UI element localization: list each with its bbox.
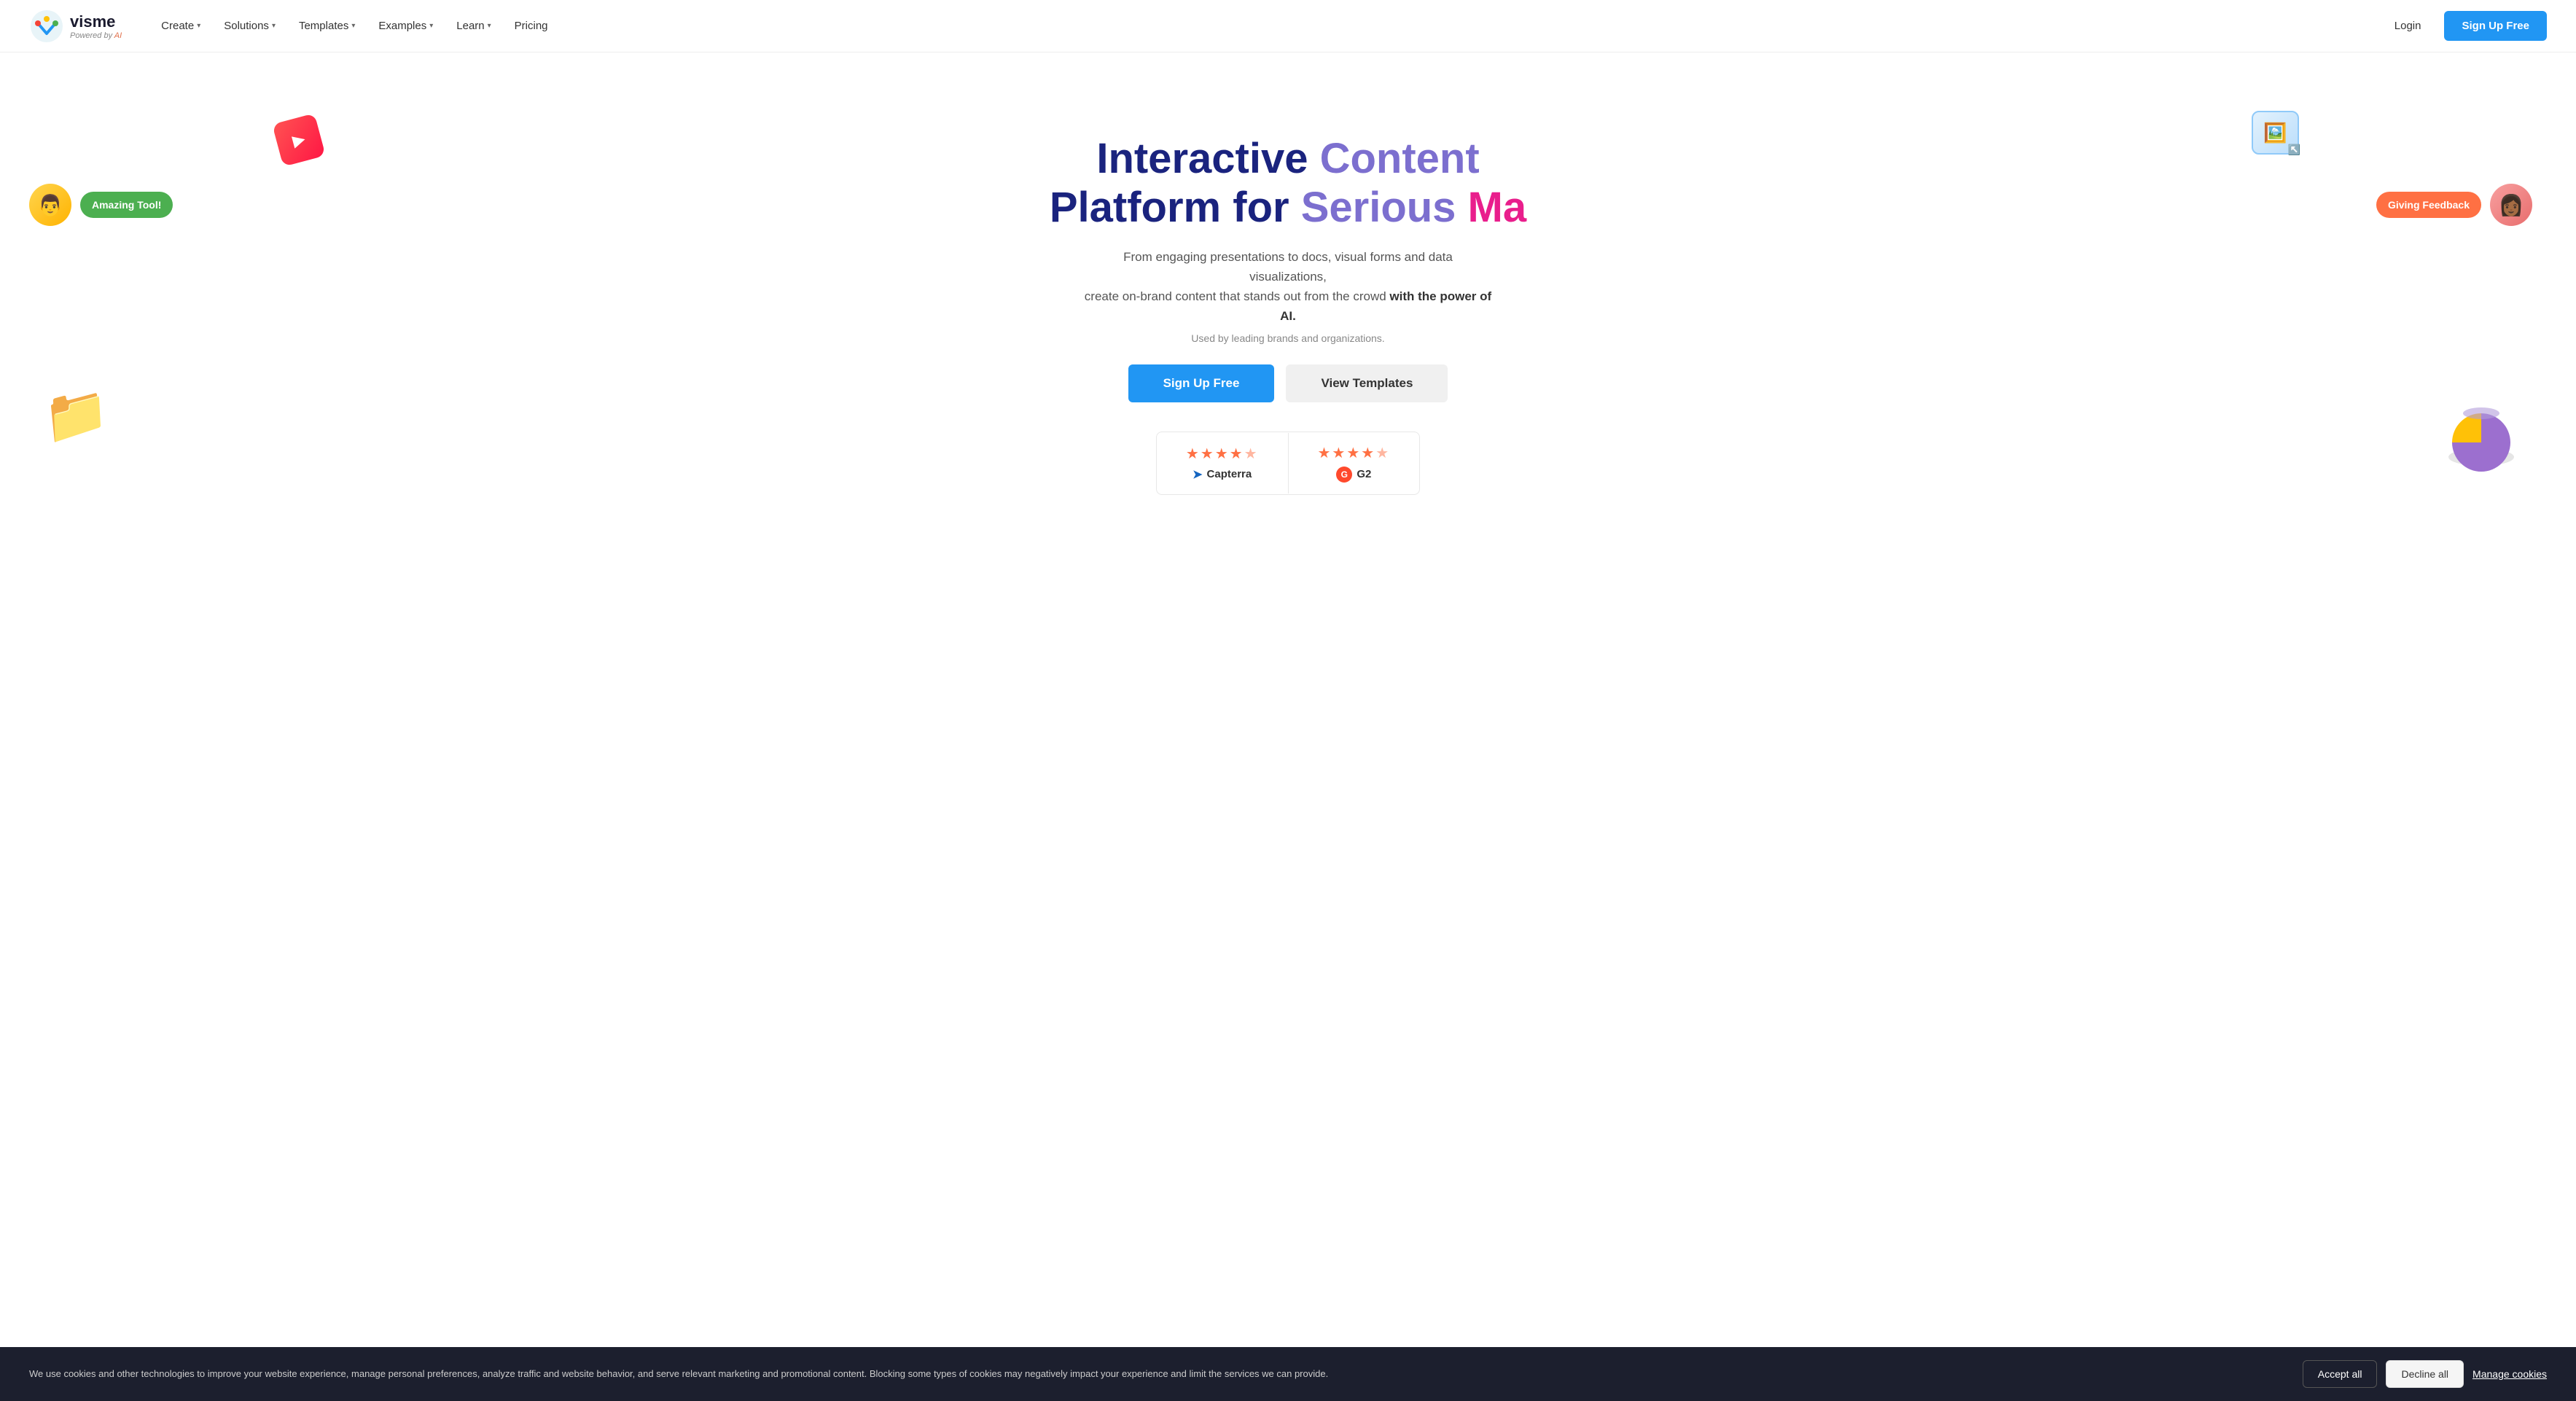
brand-tagline: Powered by AI <box>70 31 122 40</box>
nav-solutions[interactable]: Solutions ▾ <box>214 14 286 38</box>
nav-pricing[interactable]: Pricing <box>504 14 558 38</box>
amazing-tool-speech: Amazing Tool! <box>80 192 173 218</box>
cookie-banner: We use cookies and other technologies to… <box>0 1347 2576 1401</box>
login-button[interactable]: Login <box>2383 14 2433 38</box>
chevron-down-icon: ▾ <box>272 22 276 30</box>
hero-title-ma: Ma <box>1468 184 1527 231</box>
hero-title-platform: Platform <box>1050 184 1233 231</box>
g2-brand: G G2 <box>1336 467 1371 483</box>
cursor-icon: ↖️ <box>2288 144 2300 156</box>
hero-title-serious: Serious <box>1301 184 1468 231</box>
ratings-container: ★★★★★ ➤ Capterra ★★★★★ G G2 <box>1156 432 1420 495</box>
hero-title: Interactive Content Platform for Serious… <box>1050 135 1526 232</box>
capterra-rating: ★★★★★ ➤ Capterra <box>1157 433 1289 493</box>
g2-logo-icon: G <box>1336 467 1352 483</box>
hero-templates-button[interactable]: View Templates <box>1286 364 1448 402</box>
nav-signup-button[interactable]: Sign Up Free <box>2444 11 2547 41</box>
amazing-tool-bubble: 👨 Amazing Tool! <box>29 184 173 226</box>
nav-create[interactable]: Create ▾ <box>151 14 211 38</box>
chevron-down-icon: ▾ <box>488 22 491 30</box>
user-avatar-female: 👩🏾 <box>2490 184 2532 226</box>
image-icon-float: 🖼️ ↖️ <box>2252 111 2299 155</box>
image-icon: 🖼️ ↖️ <box>2252 111 2299 155</box>
hero-title-content: Content <box>1320 135 1480 182</box>
chevron-down-icon: ▾ <box>351 22 355 30</box>
giving-feedback-speech: Giving Feedback <box>2376 192 2481 218</box>
pie-chart-float <box>2445 406 2518 475</box>
user-avatar-male: 👨 <box>29 184 71 226</box>
play-icon: ▶ <box>272 113 325 166</box>
hero-subtitle: From engaging presentations to docs, vis… <box>1084 247 1492 327</box>
folder-icon-float: 📁 <box>44 384 109 446</box>
nav-links: Create ▾ Solutions ▾ Templates ▾ Example… <box>151 14 2383 38</box>
folder-icon: 📁 <box>41 381 112 448</box>
hero-title-for: for <box>1233 184 1300 231</box>
nav-templates[interactable]: Templates ▾ <box>289 14 365 38</box>
brand-name: visme <box>70 12 122 31</box>
manage-cookies-button[interactable]: Manage cookies <box>2472 1368 2547 1380</box>
capterra-arrow-icon: ➤ <box>1193 467 1202 482</box>
capterra-brand: ➤ Capterra <box>1193 467 1252 482</box>
capterra-stars: ★★★★★ <box>1186 445 1259 463</box>
g2-rating: ★★★★★ G G2 <box>1289 432 1420 494</box>
giving-feedback-bubble: Giving Feedback 👩🏾 <box>2376 184 2532 226</box>
hero-section: 👨 Amazing Tool! Giving Feedback 👩🏾 ▶ 🖼️ … <box>0 52 2576 563</box>
nav-learn[interactable]: Learn ▾ <box>446 14 501 38</box>
decline-all-button[interactable]: Decline all <box>2386 1360 2464 1388</box>
nav-examples[interactable]: Examples ▾ <box>368 14 443 38</box>
cookie-actions: Accept all Decline all Manage cookies <box>2303 1360 2547 1388</box>
logo[interactable]: visme Powered by AI <box>29 9 122 44</box>
accept-all-button[interactable]: Accept all <box>2303 1360 2378 1388</box>
nav-right: Login Sign Up Free <box>2383 11 2547 41</box>
chevron-down-icon: ▾ <box>429 22 433 30</box>
cookie-text: We use cookies and other technologies to… <box>29 1367 2288 1381</box>
hero-cta-buttons: Sign Up Free View Templates <box>1128 364 1448 402</box>
chevron-down-icon: ▾ <box>197 22 200 30</box>
visme-logo-icon <box>29 9 64 44</box>
pie-chart-icon <box>2445 406 2518 472</box>
play-icon-float: ▶ <box>277 118 321 162</box>
hero-signup-button[interactable]: Sign Up Free <box>1128 364 1275 402</box>
g2-stars: ★★★★★ <box>1318 444 1391 462</box>
hero-used-by: Used by leading brands and organizations… <box>1191 332 1384 344</box>
navbar: visme Powered by AI Create ▾ Solutions ▾… <box>0 0 2576 52</box>
hero-title-interactive: Interactive <box>1096 135 1319 182</box>
